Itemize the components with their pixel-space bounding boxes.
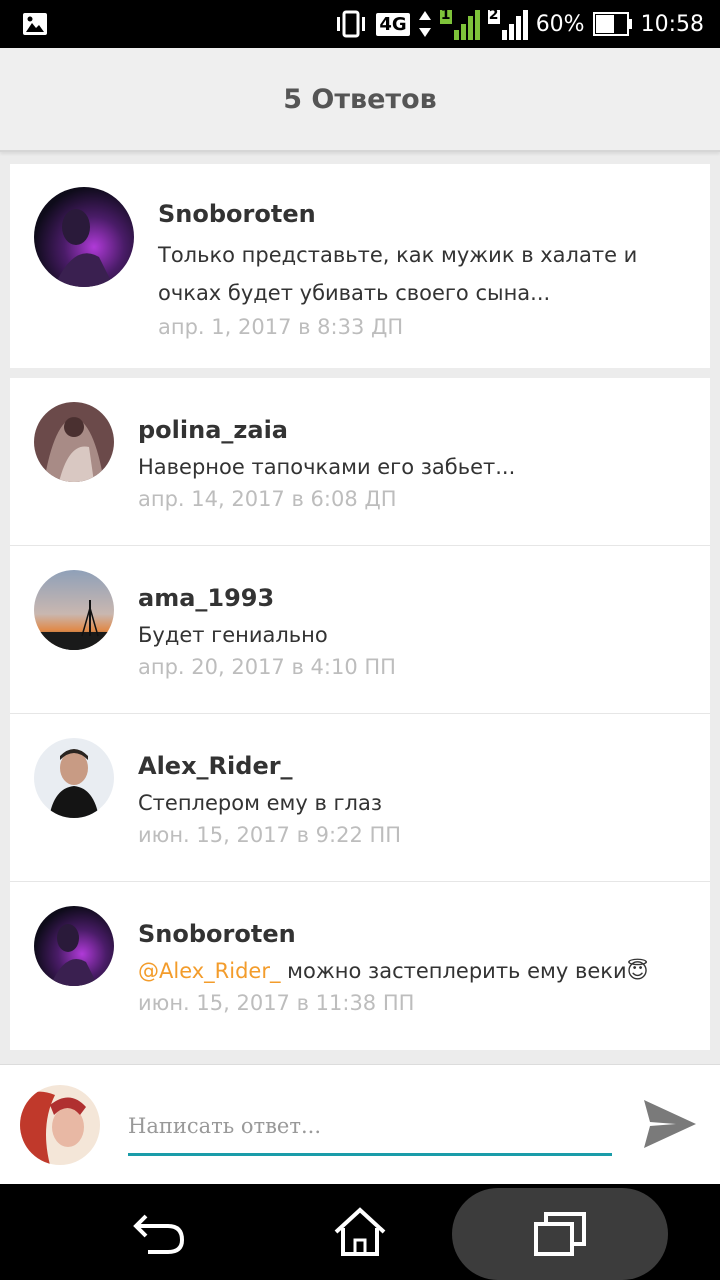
comment-username[interactable]: Snoboroten — [158, 198, 690, 230]
comment-date: июн. 15, 2017 в 9:22 ПП — [138, 823, 402, 847]
reply-input[interactable] — [128, 1106, 612, 1156]
app-header: 5 Ответов — [0, 48, 720, 152]
battery-icon — [592, 11, 633, 37]
replies-list: polina_zaia Наверное тапочками его забье… — [10, 378, 710, 1050]
send-button[interactable] — [640, 1096, 698, 1152]
recents-button[interactable] — [452, 1188, 668, 1280]
comment-text-body: можно застеплерить ему веки — [280, 959, 627, 983]
comment-text: @Alex_Rider_ можно застеплерить ему веки… — [138, 954, 690, 988]
data-arrows-icon — [418, 9, 432, 39]
signal-icon: 2 — [487, 6, 528, 42]
vibrate-icon — [334, 9, 368, 39]
clock: 10:58 — [640, 11, 704, 37]
reply-item: Snoboroten @Alex_Rider_ можно застеплери… — [10, 882, 710, 1050]
recents-icon — [534, 1212, 586, 1256]
status-bar: 4G 1 2 60% 10:58 — [0, 0, 720, 48]
reply-item: ama_1993 Будет гениально апр. 20, 2017 в… — [10, 546, 710, 714]
comment-username[interactable]: polina_zaia — [138, 414, 690, 446]
current-user-avatar — [20, 1085, 100, 1165]
home-icon — [334, 1207, 386, 1256]
sim2-label: 2 — [488, 7, 499, 23]
comment-text: Степлером ему в глаз — [138, 791, 382, 815]
comment-date: июн. 15, 2017 в 11:38 ПП — [138, 991, 415, 1015]
emoji-halo-icon: 😇 — [626, 959, 649, 983]
main-comment: Snoboroten Только представьте, как мужик… — [10, 164, 710, 368]
comment-text: Будет гениально — [138, 623, 328, 647]
navigation-bar — [0, 1184, 720, 1280]
avatar[interactable] — [34, 402, 114, 482]
comment-date: апр. 1, 2017 в 8:33 ДП — [158, 315, 404, 339]
comment-text: Наверное тапочками его забьет... — [138, 455, 516, 479]
comment-username[interactable]: Snoboroten — [138, 918, 690, 950]
avatar[interactable] — [34, 906, 114, 986]
reply-item: polina_zaia Наверное тапочками его забье… — [10, 378, 710, 546]
network-type-badge: 4G — [376, 12, 410, 36]
mention-link[interactable]: @Alex_Rider_ — [138, 959, 281, 983]
comment-username[interactable]: Alex_Rider_ — [138, 750, 690, 782]
back-button[interactable] — [100, 1184, 220, 1280]
comment-date: апр. 14, 2017 в 6:08 ДП — [138, 487, 397, 511]
avatar[interactable] — [34, 570, 114, 650]
back-icon — [133, 1214, 185, 1254]
gallery-icon — [22, 11, 48, 37]
comment-date: апр. 20, 2017 в 4:10 ПП — [138, 655, 396, 679]
avatar[interactable] — [34, 187, 134, 287]
reply-item: Alex_Rider_ Степлером ему в глаз июн. 15… — [10, 714, 710, 882]
battery-percent: 60% — [535, 11, 585, 37]
comments-thread: Snoboroten Только представьте, как мужик… — [10, 164, 710, 1050]
comment-username[interactable]: ama_1993 — [138, 582, 690, 614]
page-title: 5 Ответов — [283, 83, 437, 115]
comment-text: Только представьте, как мужик в халате и… — [158, 243, 638, 305]
signal-icon: 1 — [439, 6, 480, 42]
home-button[interactable] — [300, 1184, 420, 1280]
send-icon — [644, 1100, 696, 1148]
sim1-label: 1 — [440, 7, 451, 23]
avatar[interactable] — [34, 738, 114, 818]
